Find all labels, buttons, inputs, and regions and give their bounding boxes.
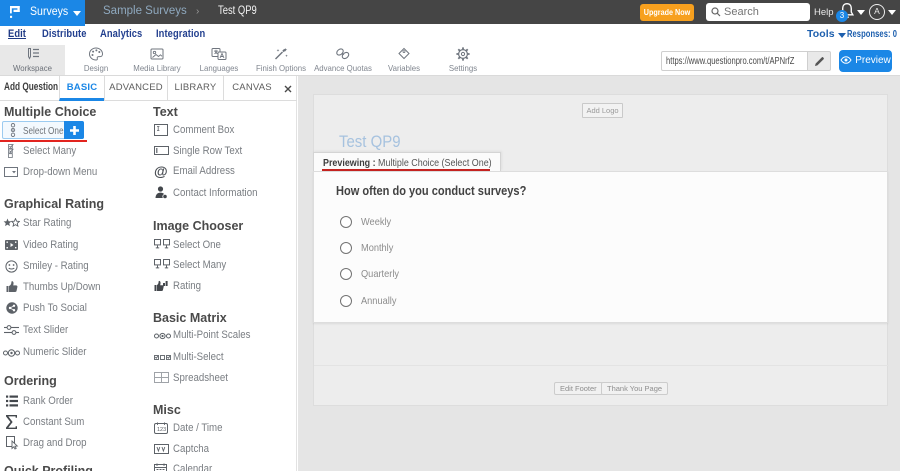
svg-text:123: 123	[157, 427, 166, 433]
